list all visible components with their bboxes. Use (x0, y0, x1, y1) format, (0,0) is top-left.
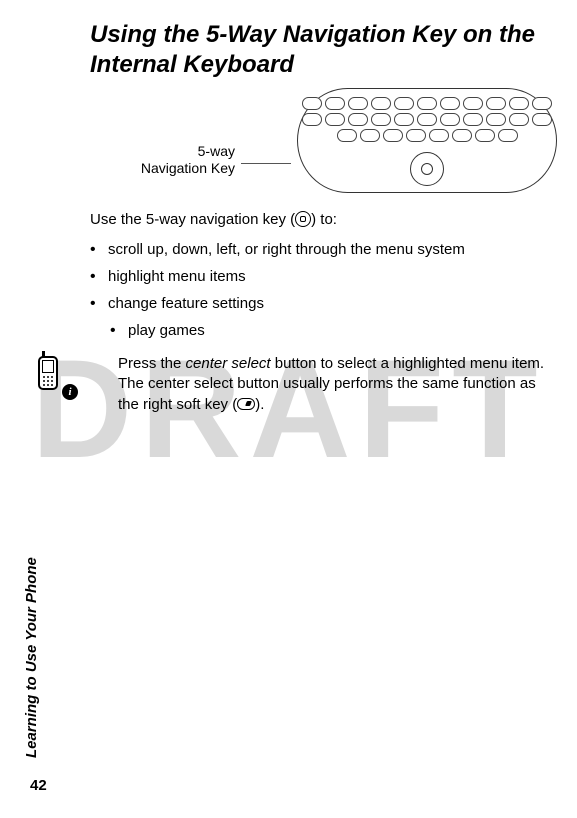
intro-after: ) to: (311, 211, 337, 228)
tip-after: ). (255, 396, 264, 413)
intro-before: Use the 5-way navigation key ( (90, 211, 295, 228)
tip-paragraph: Press the center select button to select… (90, 354, 557, 415)
leader-line (241, 163, 291, 164)
softkey-icon (237, 398, 255, 410)
section-side-label: Learning to Use Your Phone (23, 557, 40, 758)
tip-before: Press the (118, 355, 186, 372)
tip-italic: center select (186, 355, 271, 372)
intro-text: Use the 5-way navigation key ( ) to: (90, 211, 557, 228)
diagram-label-line1: 5-way (198, 143, 235, 159)
diagram-label: 5-way Navigation Key (141, 143, 235, 175)
page-content: Using the 5-Way Navigation Key on the In… (0, 0, 577, 415)
diagram-label-line2: Navigation Key (141, 160, 235, 176)
nav-key-glyph-icon (295, 211, 311, 227)
list-item: play games (110, 317, 557, 344)
page-number: 42 (30, 777, 47, 794)
list-item: scroll up, down, left, or right through … (90, 236, 557, 263)
page-heading: Using the 5-Way Navigation Key on the In… (90, 20, 557, 80)
list-item: highlight menu items (90, 263, 557, 290)
nav-key-icon (410, 152, 444, 186)
phone-tip-icon: i (38, 356, 74, 396)
keypad-illustration (297, 88, 557, 193)
keypad-diagram: 5-way Navigation Key (90, 88, 557, 193)
bullet-list: scroll up, down, left, or right through … (90, 236, 557, 344)
list-item: change feature settings (90, 290, 557, 317)
info-badge-icon: i (62, 384, 78, 400)
